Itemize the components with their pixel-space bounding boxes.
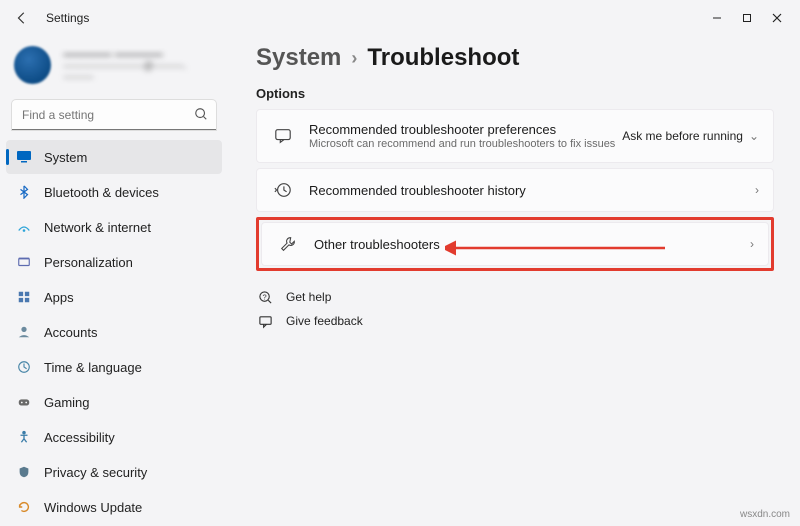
highlight-annotation: Other troubleshooters ›	[256, 217, 774, 271]
main-content: System › Troubleshoot Options Recommende…	[228, 36, 800, 526]
bluetooth-icon	[16, 184, 32, 200]
nav: System Bluetooth & devices Network & int…	[6, 140, 222, 524]
sidebar-item-personalization[interactable]: Personalization	[6, 245, 222, 279]
sidebar-item-update[interactable]: Windows Update	[6, 490, 222, 524]
window-controls	[702, 5, 792, 31]
privacy-icon	[16, 464, 32, 480]
maximize-button[interactable]	[732, 5, 762, 31]
card-title: Other troubleshooters	[314, 237, 750, 252]
accessibility-icon	[16, 429, 32, 445]
sidebar-item-network[interactable]: Network & internet	[6, 210, 222, 244]
prefs-dropdown[interactable]: Ask me before running ⌄	[622, 129, 759, 143]
section-label: Options	[256, 86, 774, 101]
give-feedback-link[interactable]: Give feedback	[256, 309, 774, 333]
link-label: Get help	[286, 290, 331, 304]
watermark: wsxdn.com	[740, 509, 790, 520]
page-title: Troubleshoot	[367, 44, 519, 72]
card-other-troubleshooters[interactable]: Other troubleshooters ›	[261, 222, 769, 266]
gaming-icon	[16, 394, 32, 410]
system-icon	[16, 149, 32, 165]
chevron-down-icon: ⌄	[749, 129, 759, 143]
card-troubleshooter-history[interactable]: Recommended troubleshooter history ›	[256, 168, 774, 212]
footer-links: ? Get help Give feedback	[256, 285, 774, 333]
search-wrap	[12, 100, 216, 130]
help-icon: ?	[256, 289, 274, 305]
feedback-icon	[256, 313, 274, 329]
search-icon	[194, 107, 208, 126]
card-title: Recommended troubleshooter preferences	[309, 122, 622, 137]
back-button[interactable]	[8, 4, 36, 32]
time-icon	[16, 359, 32, 375]
titlebar: Settings	[0, 0, 800, 36]
sidebar-item-gaming[interactable]: Gaming	[6, 385, 222, 419]
dropdown-value: Ask me before running	[622, 129, 743, 143]
sidebar: ———— ———— ————————@———.——— System Blueto…	[0, 36, 228, 526]
sidebar-item-bluetooth[interactable]: Bluetooth & devices	[6, 175, 222, 209]
sidebar-item-label: Network & internet	[44, 220, 151, 235]
sidebar-item-apps[interactable]: Apps	[6, 280, 222, 314]
sidebar-item-label: System	[44, 150, 87, 165]
profile-email: ————————@———.———	[63, 61, 214, 83]
sidebar-item-accessibility[interactable]: Accessibility	[6, 420, 222, 454]
window-title: Settings	[46, 11, 89, 25]
svg-text:?: ?	[262, 292, 266, 301]
card-title: Recommended troubleshooter history	[309, 183, 755, 198]
card-body: Other troubleshooters	[314, 237, 750, 252]
link-label: Give feedback	[286, 314, 363, 328]
sidebar-item-label: Personalization	[44, 255, 133, 270]
sidebar-item-time[interactable]: Time & language	[6, 350, 222, 384]
profile-text: ———— ———— ————————@———.———	[63, 47, 214, 83]
sidebar-item-system[interactable]: System	[6, 140, 222, 174]
sidebar-item-label: Time & language	[44, 360, 142, 375]
breadcrumb: System › Troubleshoot	[256, 44, 774, 72]
chat-icon	[271, 127, 295, 145]
sidebar-item-label: Apps	[44, 290, 74, 305]
card-troubleshooter-prefs[interactable]: Recommended troubleshooter preferences M…	[256, 109, 774, 163]
minimize-button[interactable]	[702, 5, 732, 31]
chevron-right-icon: ›	[351, 48, 357, 69]
profile-block[interactable]: ———— ———— ————————@———.———	[6, 36, 222, 98]
apps-icon	[16, 289, 32, 305]
sidebar-item-label: Privacy & security	[44, 465, 147, 480]
chevron-right-icon: ›	[750, 237, 754, 251]
breadcrumb-parent[interactable]: System	[256, 44, 341, 72]
network-icon	[16, 219, 32, 235]
close-button[interactable]	[762, 5, 792, 31]
sidebar-item-label: Accessibility	[44, 430, 115, 445]
get-help-link[interactable]: ? Get help	[256, 285, 774, 309]
card-body: Recommended troubleshooter history	[309, 183, 755, 198]
sidebar-item-label: Bluetooth & devices	[44, 185, 159, 200]
sidebar-item-label: Windows Update	[44, 500, 142, 515]
sidebar-item-label: Gaming	[44, 395, 90, 410]
profile-name: ———— ————	[63, 47, 214, 61]
wrench-icon	[276, 235, 300, 253]
card-subtitle: Microsoft can recommend and run troubles…	[309, 138, 622, 150]
search-input[interactable]	[12, 100, 216, 130]
chevron-right-icon: ›	[755, 183, 759, 197]
card-body: Recommended troubleshooter preferences M…	[309, 122, 622, 150]
sidebar-item-accounts[interactable]: Accounts	[6, 315, 222, 349]
sidebar-item-privacy[interactable]: Privacy & security	[6, 455, 222, 489]
history-icon	[271, 181, 295, 199]
sidebar-item-label: Accounts	[44, 325, 97, 340]
avatar	[14, 46, 51, 84]
accounts-icon	[16, 324, 32, 340]
update-icon	[16, 499, 32, 515]
personalization-icon	[16, 254, 32, 270]
